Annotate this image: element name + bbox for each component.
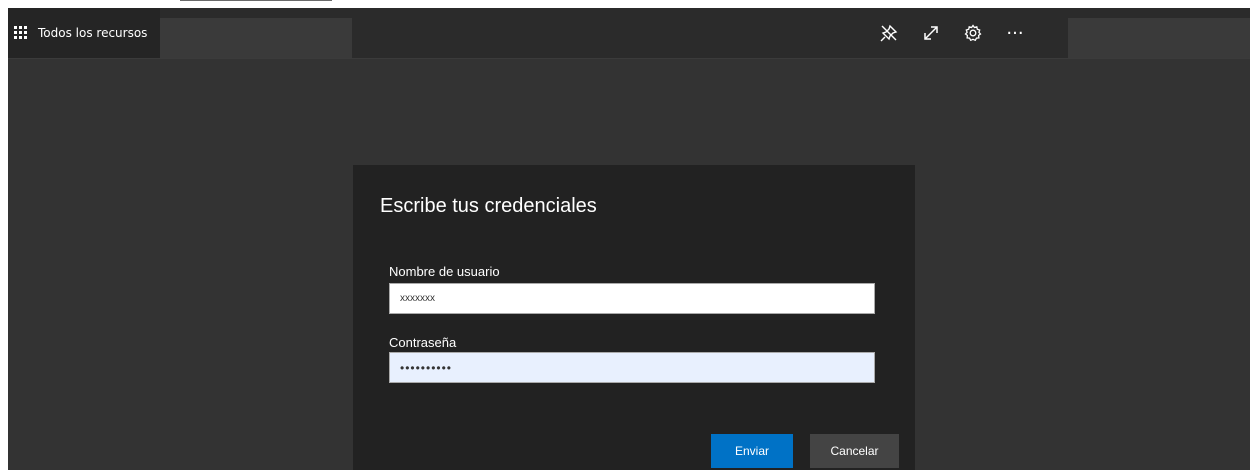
toolbar: ···	[868, 8, 1036, 58]
tab-area	[160, 18, 352, 58]
username-input[interactable]: xxxxxxx	[389, 283, 875, 314]
remote-desktop-area: Todos los recursos ··· Escribe tus crede…	[8, 8, 1250, 470]
username-label: Nombre de usuario	[389, 264, 500, 279]
credentials-dialog: Escribe tus credenciales Nombre de usuar…	[353, 165, 915, 470]
waffle-grid-icon[interactable]	[14, 26, 28, 40]
right-panel-area	[1068, 18, 1250, 58]
dialog-title: Escribe tus credenciales	[380, 195, 597, 217]
all-resources-link[interactable]: Todos los recursos	[38, 26, 147, 40]
top-indicator	[180, 0, 332, 1]
submit-button[interactable]: Enviar	[711, 434, 793, 468]
password-input[interactable]: ••••••••••	[389, 352, 875, 383]
pin-icon[interactable]	[868, 8, 910, 58]
settings-icon[interactable]	[952, 8, 994, 58]
cancel-button[interactable]: Cancelar	[810, 434, 899, 468]
password-label: Contraseña	[389, 335, 457, 350]
expand-icon[interactable]	[910, 8, 952, 58]
more-icon[interactable]: ···	[994, 8, 1036, 58]
top-bar-left: Todos los recursos	[8, 8, 160, 58]
page: Todos los recursos ··· Escribe tus crede…	[0, 0, 1250, 470]
top-bar: Todos los recursos ···	[8, 8, 1250, 59]
